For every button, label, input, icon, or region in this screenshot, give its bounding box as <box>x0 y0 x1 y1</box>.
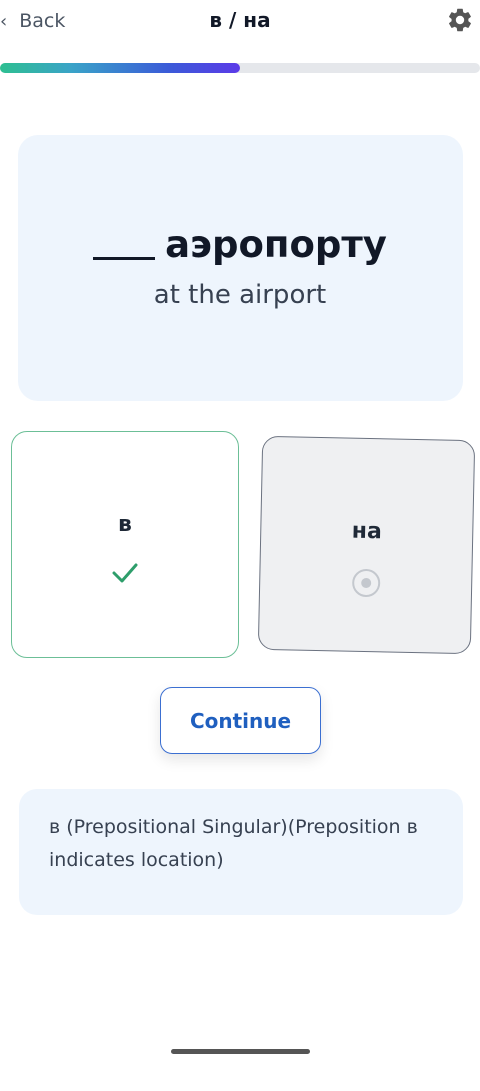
prompt-word: аэропорту <box>165 223 387 266</box>
option-na[interactable]: на <box>257 435 476 655</box>
option-label: в <box>118 512 132 537</box>
explanation-text: в (Prepositional Singular)(Preposition в… <box>49 816 418 871</box>
answer-blank <box>93 257 156 260</box>
progress-fill <box>0 63 240 73</box>
radio-icon <box>351 568 380 597</box>
top-bar: ‹ Back в / на <box>0 0 480 42</box>
prompt-card <box>18 135 463 401</box>
gear-icon[interactable] <box>446 6 474 34</box>
page-title: в / на <box>209 8 271 32</box>
progress-bar <box>0 63 480 73</box>
prompt-sentence: аэропорту <box>0 222 480 268</box>
option-v[interactable]: в <box>11 431 239 658</box>
checkmark-icon <box>112 563 138 583</box>
continue-button[interactable]: Continue <box>160 687 321 754</box>
explanation-card: в (Prepositional Singular)(Preposition в… <box>19 789 463 915</box>
home-indicator[interactable] <box>171 1049 310 1054</box>
prompt-translation: at the airport <box>153 280 327 310</box>
option-label: на <box>351 518 383 545</box>
